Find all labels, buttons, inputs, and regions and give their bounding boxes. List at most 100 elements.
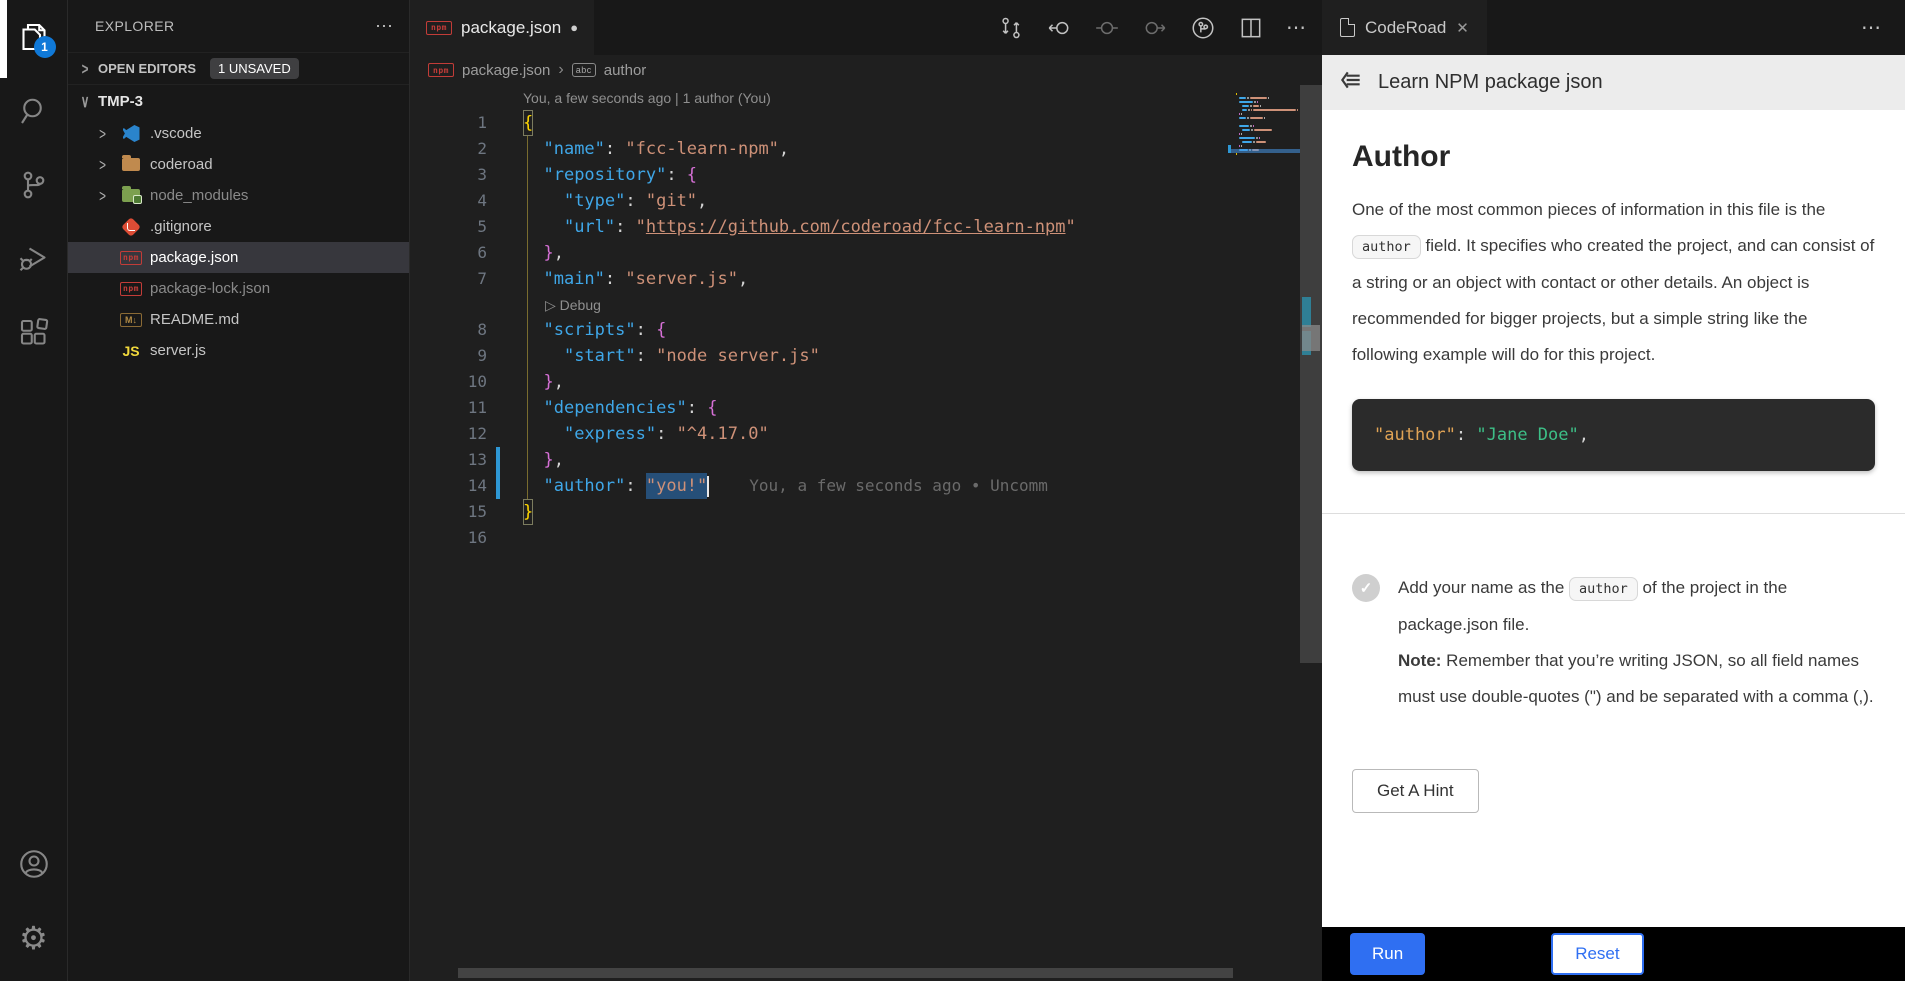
line-number: 7 — [440, 266, 487, 292]
code-line-14[interactable]: 14 "author": "you!"You, a few seconds ag… — [410, 473, 1322, 499]
explorer-icon[interactable]: 1 — [0, 0, 68, 74]
tree-item-coderoad[interactable]: >coderoad — [68, 149, 409, 180]
open-editors-section[interactable]: > OPEN EDITORS 1 UNSAVED — [68, 52, 409, 85]
tree-item-.vscode[interactable]: >.vscode — [68, 118, 409, 149]
panel-more-actions-icon[interactable]: ⋯ — [1861, 0, 1883, 55]
open-editors-label: OPEN EDITORS — [98, 61, 196, 76]
step-back-icon[interactable] — [1046, 15, 1072, 41]
close-icon[interactable]: ✕ — [1456, 19, 1469, 37]
explorer-title: EXPLORER — [95, 18, 174, 34]
file-label: node_modules — [150, 187, 248, 204]
code-line-8[interactable]: 8 "scripts": { — [410, 317, 1322, 343]
settings-icon[interactable]: ⚙ — [0, 901, 68, 975]
chevron-right-icon: > — [79, 59, 92, 79]
scrollbar-thumb[interactable] — [1302, 325, 1320, 351]
code-line-6[interactable]: 6 }, — [410, 240, 1322, 266]
code-line-4[interactable]: 4 "type": "git", — [410, 188, 1322, 214]
overview-modified-mark — [1302, 297, 1311, 327]
code-line-12[interactable]: 12 "express": "^4.17.0" — [410, 421, 1322, 447]
code-line-5[interactable]: 5 "url": "https://github.com/coderoad/fc… — [410, 214, 1322, 240]
extensions-icon[interactable] — [0, 296, 68, 370]
tree-item-README.md[interactable]: M↓README.md — [68, 304, 409, 335]
tree-item-package-lock.json[interactable]: npm package-lock.json — [68, 273, 409, 304]
code-line-16[interactable]: 16 — [410, 525, 1322, 551]
line-number: 13 — [440, 447, 487, 473]
file-label: package-lock.json — [150, 280, 270, 297]
editor-tab-bar: npm package.json ● — [410, 0, 1322, 55]
explorer-sidebar: EXPLORER ⋯ > OPEN EDITORS 1 UNSAVED ∨ TM… — [68, 0, 410, 981]
open-files-badge: 1 — [34, 36, 56, 58]
explorer-more-actions-icon[interactable]: ⋯ — [375, 16, 395, 37]
tree-item-server.js[interactable]: JSserver.js — [68, 335, 409, 366]
editor-more-actions-icon[interactable]: ⋯ — [1286, 15, 1308, 40]
npm-file-icon: npm — [120, 282, 142, 296]
node-modules-folder-icon — [122, 189, 140, 202]
line-number: 10 — [440, 369, 487, 395]
minimap[interactable] — [1236, 93, 1298, 161]
code-line-7[interactable]: 7 "main": "server.js", — [410, 266, 1322, 292]
breadcrumb-separator-icon: › — [558, 61, 563, 79]
reset-button[interactable]: Reset — [1551, 933, 1643, 975]
tab-package-json[interactable]: npm package.json ● — [410, 0, 594, 55]
code-line-13[interactable]: 13 }, — [410, 447, 1322, 473]
workspace-root-folder[interactable]: ∨ TMP-3 — [68, 85, 409, 118]
breadcrumb-file[interactable]: package.json — [462, 62, 550, 79]
line-number: 11 — [440, 395, 487, 421]
gitignore-icon — [121, 217, 141, 237]
task-description: Add your name as the author of the proje… — [1398, 570, 1875, 715]
inline-code: author — [1569, 577, 1638, 601]
codelens-debug[interactable]: ▷ Debug — [410, 292, 1322, 317]
vscode-folder-icon — [123, 125, 140, 142]
source-control-icon[interactable] — [0, 148, 68, 222]
code-line-3[interactable]: 3 "repository": { — [410, 162, 1322, 188]
file-label: .gitignore — [150, 218, 212, 235]
modified-line-marker — [496, 473, 500, 499]
code-line-1[interactable]: 1{ — [410, 110, 1322, 136]
horizontal-scrollbar[interactable] — [458, 968, 1233, 978]
reverse-continue-icon[interactable] — [1094, 15, 1120, 41]
string-symbol-icon: abc — [572, 63, 596, 77]
line-number: 15 — [440, 499, 487, 525]
search-icon[interactable] — [0, 74, 68, 148]
open-changes-icon[interactable] — [998, 15, 1024, 41]
code-line-10[interactable]: 10 }, — [410, 369, 1322, 395]
npm-file-icon: npm — [428, 63, 454, 77]
chevron-down-icon: ∨ — [79, 91, 92, 112]
tree-item-node_modules[interactable]: >node_modules — [68, 180, 409, 211]
vscode-window: 1 — [0, 0, 1905, 981]
account-icon[interactable] — [0, 827, 68, 901]
step-forward-icon[interactable] — [1142, 15, 1168, 41]
example-code-block: "author": "Jane Doe", — [1352, 399, 1875, 471]
back-to-lessons-icon[interactable] — [1338, 67, 1364, 98]
code-line-2[interactable]: 2 "name": "fcc-learn-npm", — [410, 136, 1322, 162]
get-hint-button[interactable]: Get A Hint — [1352, 769, 1479, 813]
tree-item-.gitignore[interactable]: .gitignore — [68, 211, 409, 242]
modified-line-marker — [496, 447, 500, 473]
split-editor-icon[interactable] — [1238, 15, 1264, 41]
folder-icon — [122, 158, 140, 171]
unsaved-dot-icon[interactable]: ● — [570, 20, 578, 35]
tree-item-package.json[interactable]: npmpackage.json — [68, 242, 409, 273]
tab-coderoad[interactable]: CodeRoad ✕ — [1322, 0, 1487, 55]
code-line-15[interactable]: 15} — [410, 499, 1322, 525]
minimap-modified-mark — [1228, 149, 1231, 153]
file-label: coderoad — [150, 156, 213, 173]
code-editor[interactable]: You, a few seconds ago | 1 author (You) … — [410, 85, 1322, 981]
npm-file-icon: npm — [120, 251, 142, 265]
code-line-11[interactable]: 11 "dependencies": { — [410, 395, 1322, 421]
panel-tab-bar: CodeRoad ✕ ⋯ — [1322, 0, 1905, 55]
run-button[interactable]: Run — [1350, 933, 1425, 975]
codelens-authors[interactable]: You, a few seconds ago | 1 author (You) — [410, 85, 1322, 110]
code-line-9[interactable]: 9 "start": "node server.js" — [410, 343, 1322, 369]
line-number: 3 — [440, 162, 487, 188]
breadcrumb-symbol[interactable]: author — [604, 62, 647, 79]
line-number: 8 — [440, 317, 487, 343]
run-debug-icon[interactable] — [0, 222, 68, 296]
line-number: 12 — [440, 421, 487, 447]
timeline-icon[interactable] — [1190, 15, 1216, 41]
editor-scrollbar[interactable] — [1300, 85, 1322, 663]
inline-code: author — [1352, 235, 1421, 259]
line-number: 9 — [440, 343, 487, 369]
file-label: .vscode — [150, 125, 202, 142]
code-lines: 1{2 "name": "fcc-learn-npm",3 "repositor… — [410, 110, 1322, 551]
